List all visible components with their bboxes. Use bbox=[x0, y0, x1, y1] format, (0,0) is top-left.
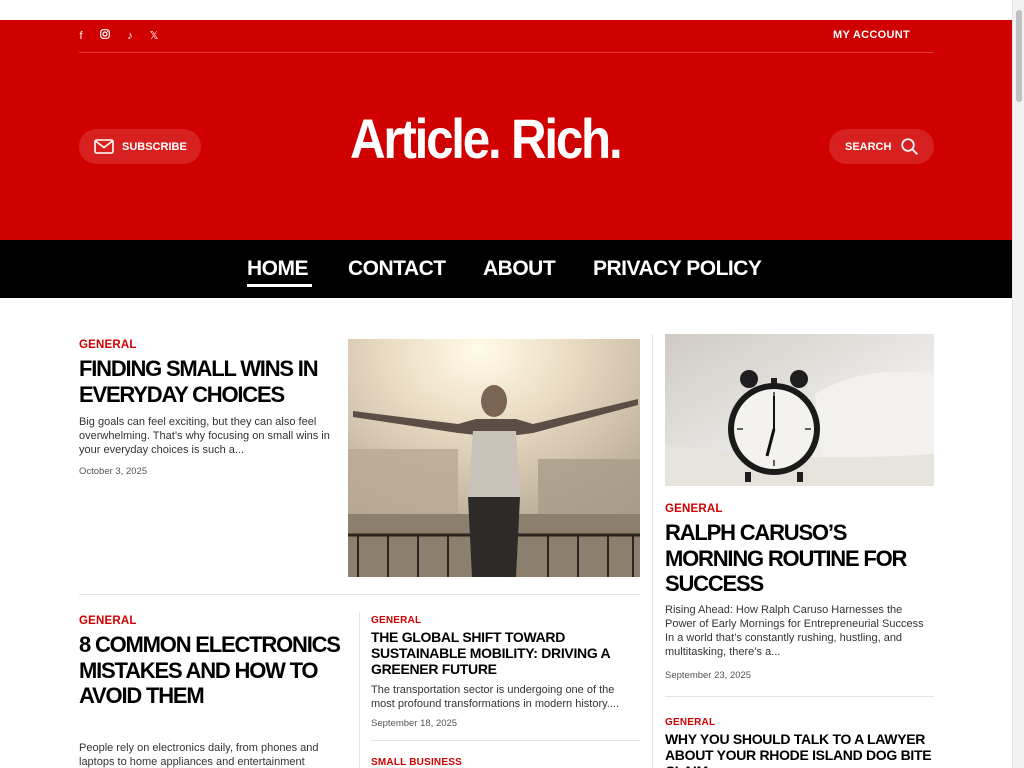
scrollbar-thumb[interactable] bbox=[1016, 10, 1022, 102]
search-label: SEARCH bbox=[845, 140, 892, 153]
featured-image[interactable] bbox=[348, 339, 640, 577]
divider bbox=[665, 696, 934, 697]
sidebar-article-date: September 23, 2025 bbox=[665, 670, 752, 681]
article-excerpt: People rely on electronics daily, from p… bbox=[79, 742, 319, 768]
subscribe-label: SUBSCRIBE bbox=[122, 140, 187, 153]
nav-privacy-policy[interactable]: PRIVACY POLICY bbox=[593, 257, 762, 281]
search-icon bbox=[901, 138, 919, 155]
x-icon[interactable]: 𝕏 bbox=[147, 29, 161, 43]
nav-contact[interactable]: CONTACT bbox=[348, 257, 446, 281]
sidebar-divider bbox=[652, 334, 653, 768]
site-logo[interactable]: Article. Rich. bbox=[350, 111, 632, 167]
article-date: September 18, 2025 bbox=[371, 718, 458, 729]
sidebar-article-excerpt: Rising Ahead: How Ralph Caruso Harnesses… bbox=[665, 604, 924, 658]
site-header: f ♪ 𝕏 MY ACCOUNT SUBSCRIBE Article. Rich… bbox=[0, 20, 1012, 240]
nav-about[interactable]: ABOUT bbox=[483, 257, 556, 281]
article-title[interactable]: 8 COMMON ELECTRONICS MISTAKES AND HOW TO… bbox=[79, 632, 349, 709]
top-white-bar bbox=[0, 0, 1012, 20]
subscribe-button[interactable]: SUBSCRIBE bbox=[79, 129, 201, 164]
header-topbar: f ♪ 𝕏 MY ACCOUNT bbox=[79, 20, 934, 53]
divider bbox=[79, 594, 640, 595]
sidebar-article-title[interactable]: WHY YOU SHOULD TALK TO A LAWYER ABOUT YO… bbox=[665, 731, 940, 768]
sidebar-article-category[interactable]: GENERAL bbox=[665, 503, 723, 515]
divider bbox=[371, 740, 640, 741]
featured-date: October 3, 2025 bbox=[79, 466, 148, 477]
tiktok-icon[interactable]: ♪ bbox=[123, 29, 137, 43]
instagram-icon[interactable] bbox=[98, 29, 112, 43]
sidebar-article-image[interactable] bbox=[665, 334, 934, 486]
article-category[interactable]: SMALL BUSINESS bbox=[371, 757, 462, 768]
article-category[interactable]: GENERAL bbox=[79, 615, 137, 627]
main-nav: HOME CONTACT ABOUT PRIVACY POLICY bbox=[0, 240, 1012, 298]
featured-excerpt: Big goals can feel exciting, but they ca… bbox=[79, 416, 330, 456]
article-title[interactable]: THE GLOBAL SHIFT TOWARD SUSTAINABLE MOBI… bbox=[371, 629, 636, 677]
featured-category[interactable]: GENERAL bbox=[79, 339, 137, 351]
nav-home[interactable]: HOME bbox=[247, 257, 309, 281]
envelope-icon bbox=[94, 139, 114, 154]
article-excerpt: The transportation sector is undergoing … bbox=[371, 684, 620, 710]
article-category[interactable]: GENERAL bbox=[371, 615, 421, 626]
column-divider bbox=[359, 612, 360, 768]
vertical-scrollbar[interactable] bbox=[1012, 0, 1024, 768]
my-account-link[interactable]: MY ACCOUNT bbox=[833, 29, 910, 41]
search-button[interactable]: SEARCH bbox=[829, 129, 934, 164]
nav-active-indicator bbox=[247, 284, 312, 287]
facebook-icon[interactable]: f bbox=[74, 29, 88, 43]
sidebar-article-title[interactable]: RALPH CARUSO’S MORNING ROUTINE FOR SUCCE… bbox=[665, 520, 933, 597]
featured-title[interactable]: FINDING SMALL WINS IN EVERYDAY CHOICES bbox=[79, 356, 344, 407]
sidebar-article-category[interactable]: GENERAL bbox=[665, 717, 715, 728]
